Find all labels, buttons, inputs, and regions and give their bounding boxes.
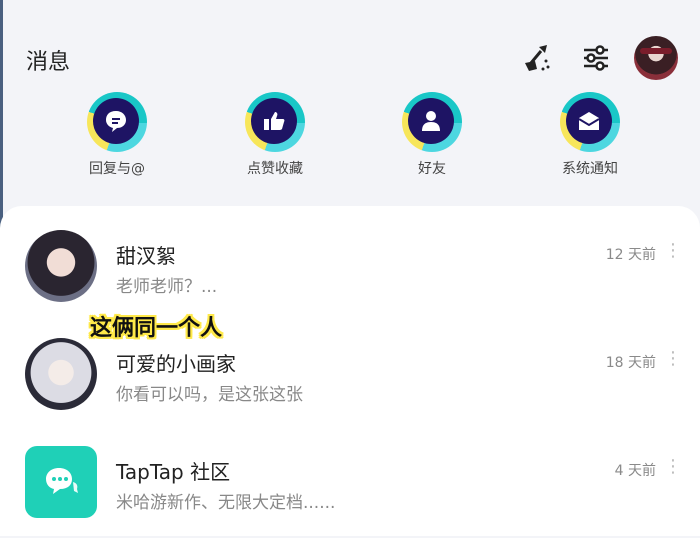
header: 消息 回复与@ 点赞收藏 好友 系统通知 — [0, 0, 700, 200]
category-likes[interactable]: 点赞收藏 — [220, 92, 330, 178]
category-replies[interactable]: 回复与@ — [62, 92, 172, 178]
overlay-caption: 这俩同一个人 — [90, 316, 223, 341]
chat-bubble-icon — [87, 92, 147, 152]
message-time: 12 天前 — [605, 247, 656, 263]
contact-avatar[interactable] — [25, 230, 97, 302]
message-row[interactable]: 甜汊絮 老师老师？... 12 天前 ⋮ — [0, 222, 700, 322]
message-time: 4 天前 — [614, 463, 656, 479]
contact-name: 可爱的小画家 — [116, 352, 236, 376]
page-title: 消息 — [26, 50, 71, 75]
message-row[interactable]: 可爱的小画家 你看可以吗，是这张这张 18 天前 ⋮ — [0, 330, 700, 430]
message-preview: 你看可以吗，是这张这张 — [116, 385, 303, 405]
chat-bubble-icon — [46, 468, 78, 494]
message-row[interactable]: TapTap 社区 米哈游新作、无限大定档...... 4 天前 ⋮ — [0, 438, 700, 538]
category-label: 点赞收藏 — [247, 161, 303, 177]
message-preview: 米哈游新作、无限大定档...... — [116, 493, 336, 513]
category-label: 系统通知 — [562, 161, 618, 177]
person-icon — [402, 92, 462, 152]
clean-broom-icon[interactable] — [518, 40, 554, 76]
avatar-band-decoration — [640, 48, 672, 54]
contact-avatar[interactable] — [25, 338, 97, 410]
contact-name: 甜汊絮 — [116, 244, 176, 268]
category-label: 好友 — [418, 161, 446, 177]
more-options-icon[interactable]: ⋮ — [664, 348, 682, 369]
category-system[interactable]: 系统通知 — [535, 92, 645, 178]
category-label: 回复与@ — [89, 161, 145, 177]
user-avatar[interactable] — [634, 36, 678, 80]
message-preview: 老师老师？... — [116, 277, 218, 297]
more-options-icon[interactable]: ⋮ — [664, 456, 682, 477]
contact-name: TapTap 社区 — [116, 460, 231, 484]
thumbs-up-icon — [245, 92, 305, 152]
message-time: 18 天前 — [605, 355, 656, 371]
settings-sliders-icon[interactable] — [578, 40, 614, 76]
envelope-icon — [560, 92, 620, 152]
category-friends[interactable]: 好友 — [377, 92, 487, 178]
taptap-logo[interactable] — [25, 446, 97, 518]
more-options-icon[interactable]: ⋮ — [664, 240, 682, 261]
